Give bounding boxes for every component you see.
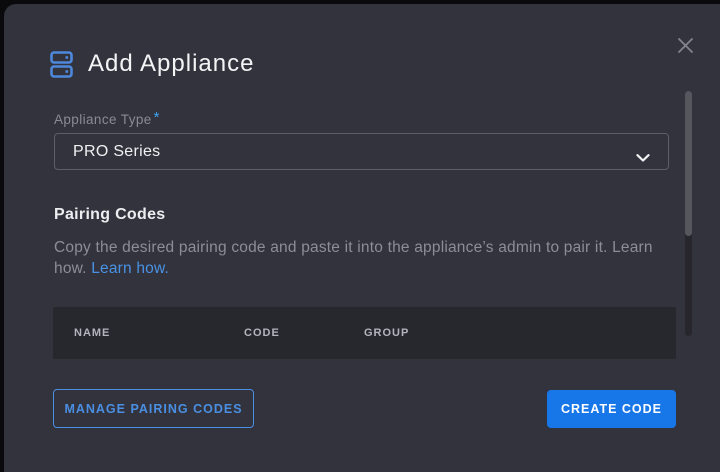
- appliance-type-label-text: Appliance Type: [54, 112, 152, 127]
- close-button[interactable]: [670, 32, 700, 62]
- chevron-down-icon: [636, 149, 650, 167]
- scrollbar-thumb[interactable]: [685, 91, 692, 236]
- learn-how-link[interactable]: Learn how.: [91, 260, 169, 277]
- column-header-code: CODE: [244, 327, 364, 339]
- pairing-codes-heading: Pairing Codes: [54, 206, 165, 224]
- column-header-name: NAME: [53, 327, 244, 339]
- scrollbar-track[interactable]: [685, 91, 692, 336]
- appliance-stack-icon: [50, 51, 73, 78]
- required-marker: *: [154, 109, 160, 126]
- create-code-button[interactable]: CREATE CODE: [547, 390, 676, 428]
- appliance-type-selected-value: PRO Series: [55, 143, 160, 161]
- appliance-type-select[interactable]: PRO Series: [54, 133, 669, 170]
- pairing-codes-description: Copy the desired pairing code and paste …: [54, 237, 672, 279]
- column-header-group: GROUP: [364, 327, 676, 339]
- close-icon: [677, 37, 694, 57]
- manage-pairing-codes-button[interactable]: MANAGE PAIRING CODES: [53, 389, 254, 428]
- modal-header: Add Appliance: [50, 50, 254, 78]
- pairing-codes-table-header: NAME CODE GROUP: [53, 307, 676, 359]
- modal-title: Add Appliance: [88, 50, 254, 78]
- appliance-type-label: Appliance Type*: [54, 109, 160, 127]
- add-appliance-modal: Add Appliance Appliance Type* PRO Series…: [4, 4, 720, 472]
